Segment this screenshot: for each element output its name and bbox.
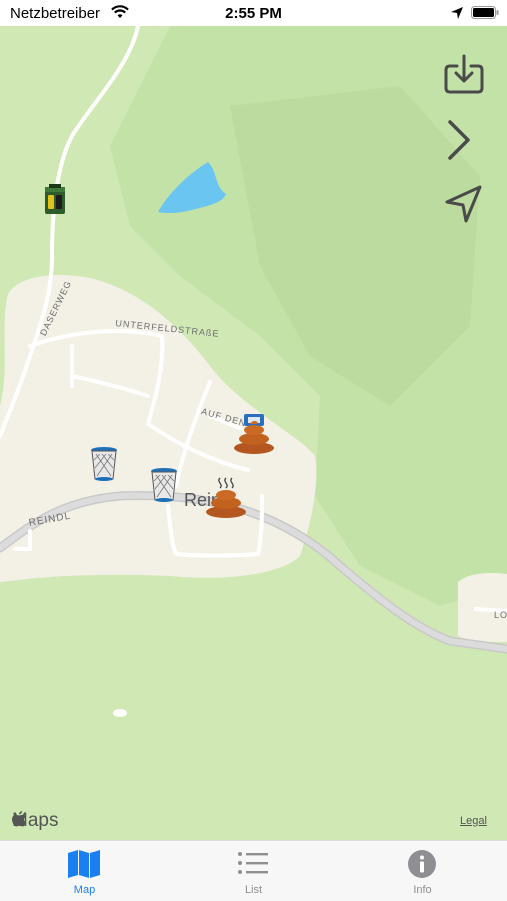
tab-bar: Map List Info	[0, 840, 507, 901]
info-icon	[408, 850, 436, 878]
list-icon	[238, 852, 268, 874]
battery-bin-icon[interactable]	[44, 183, 66, 215]
tab-list-label: List	[244, 884, 263, 896]
maps-attribution: Maps	[12, 810, 58, 832]
download-icon[interactable]	[444, 54, 484, 94]
map-icon	[68, 850, 100, 878]
map-view[interactable]: DASERWEG UNTERFELDSTRAßE AUF DEN REINDL …	[0, 26, 507, 840]
location-services-icon	[451, 7, 463, 19]
chevron-right-icon[interactable]	[440, 120, 480, 160]
tab-list[interactable]: List	[169, 841, 338, 901]
tab-map[interactable]: Map	[0, 841, 169, 901]
street-label-lo: LO	[494, 610, 507, 620]
tab-info-label: Info	[413, 884, 432, 896]
apple-logo-icon	[12, 811, 26, 827]
location-arrow-icon[interactable]	[444, 184, 484, 224]
tab-info[interactable]: Info	[338, 841, 507, 901]
battery-icon	[471, 6, 499, 19]
dog-poo-icon[interactable]	[232, 418, 276, 454]
dog-poo-icon[interactable]	[204, 476, 248, 520]
clock: 2:55 PM	[225, 5, 282, 22]
tab-map-label: Map	[73, 884, 96, 896]
legal-link[interactable]: Legal	[460, 815, 487, 827]
status-bar: Netzbetreiber 2:55 PM	[0, 0, 507, 26]
waste-basket-icon[interactable]	[150, 467, 178, 503]
waste-basket-icon[interactable]	[90, 446, 118, 482]
